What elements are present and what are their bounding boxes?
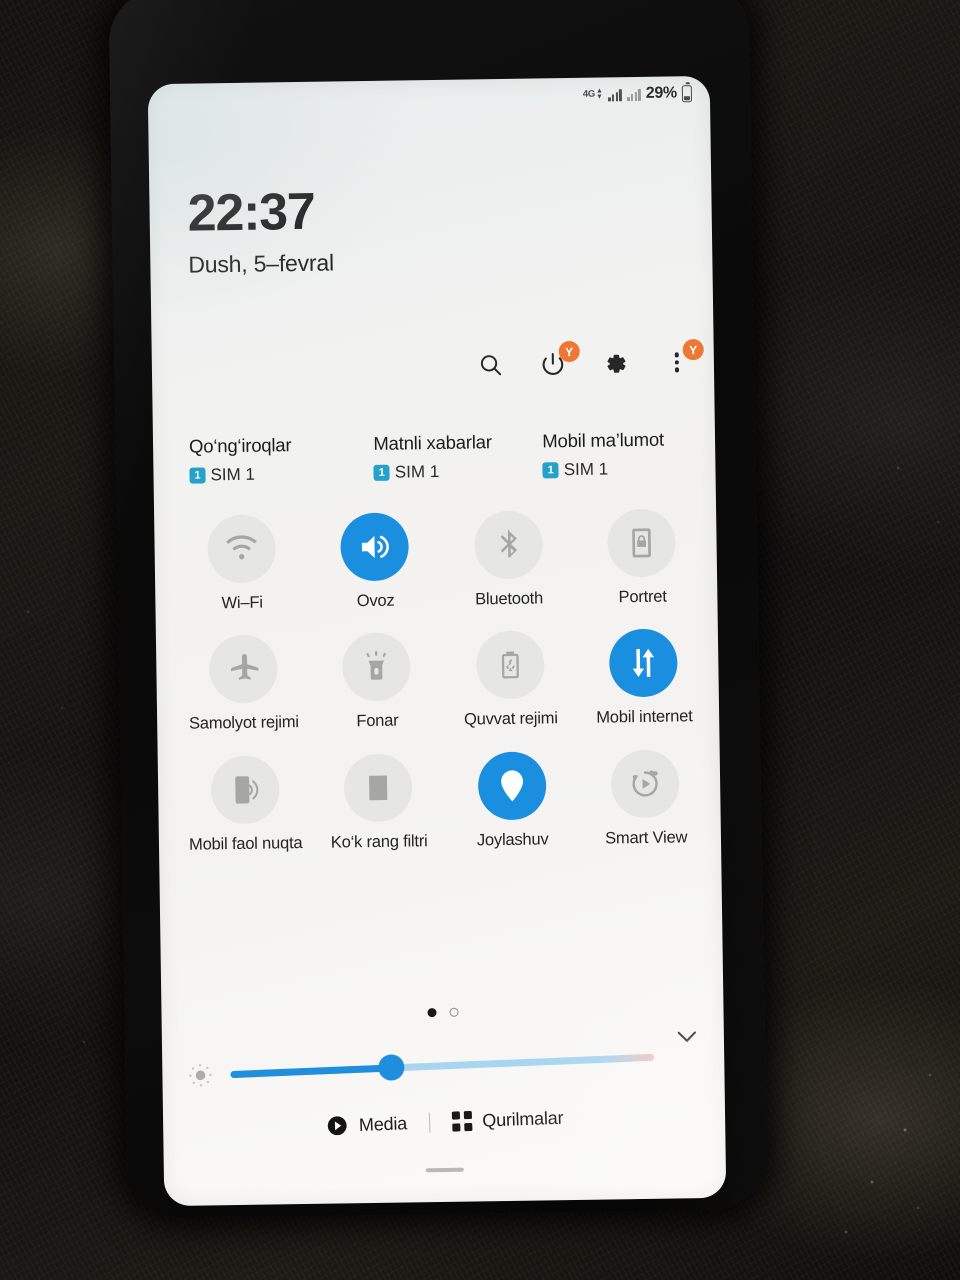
clock-block[interactable]: 22:37 Dush, 5–fevral bbox=[187, 182, 335, 278]
location-pin-icon bbox=[500, 770, 523, 802]
blue-light-filter-icon bbox=[369, 775, 388, 801]
more-options-badge: Y bbox=[682, 339, 704, 361]
bluetooth-icon bbox=[500, 529, 517, 558]
footer-divider bbox=[428, 1112, 431, 1133]
sound-icon bbox=[362, 535, 390, 558]
play-circle-icon bbox=[327, 1116, 347, 1136]
brightness-track[interactable] bbox=[230, 1053, 655, 1082]
toggle-label: Smart View bbox=[605, 828, 688, 848]
toggle-label: Samolyot rejimi bbox=[188, 713, 299, 734]
page-dot-2[interactable] bbox=[448, 1007, 459, 1017]
toggle-label: Fonar bbox=[356, 712, 399, 731]
toggle-label: Bluetooth bbox=[475, 589, 544, 609]
brightness-icon bbox=[186, 1061, 215, 1090]
devices-button[interactable]: Qurilmalar bbox=[451, 1107, 564, 1132]
quick-settings-grid: Wi–Fi Ovoz Bluetooth Portret Samolyot re… bbox=[174, 508, 713, 855]
brightness-fill bbox=[230, 1063, 392, 1078]
toggle-blue-light-filter[interactable]: Ko‘k rang filtri bbox=[311, 753, 446, 853]
toggle-label: Ko‘k rang filtri bbox=[330, 832, 428, 852]
toggle-mobile-hotspot[interactable]: Mobil faol nuqta bbox=[178, 755, 313, 855]
toggle-location[interactable]: Joylashuv bbox=[445, 751, 580, 851]
toggle-label: Mobil faol nuqta bbox=[188, 833, 303, 854]
sim-status-title: Mobil ma’lumot bbox=[542, 428, 665, 452]
toggle-airplane-mode[interactable]: Samolyot rejimi bbox=[176, 634, 311, 734]
phone-photograph: 4G ▲ ▼ 29% 22:37 Dush, 5–fevral Y Y Qo‘n… bbox=[0, 0, 960, 1280]
toggle-screen-rotation[interactable]: Portret bbox=[575, 508, 710, 608]
data-arrows-icon: ▲ ▼ bbox=[595, 87, 603, 101]
home-indicator[interactable] bbox=[425, 1167, 464, 1173]
toggle-label: Ovoz bbox=[356, 591, 395, 611]
brightness-slider-row[interactable] bbox=[186, 1043, 655, 1090]
sim-number-badge: 1 bbox=[373, 464, 390, 481]
media-label: Media bbox=[358, 1112, 408, 1135]
more-options-button[interactable]: Y bbox=[662, 339, 704, 377]
collapse-panel-button[interactable] bbox=[672, 1021, 702, 1051]
chevron-down-icon bbox=[677, 1031, 697, 1042]
clock-date: Dush, 5–fevral bbox=[188, 249, 335, 278]
page-dot-1[interactable] bbox=[426, 1008, 437, 1018]
power-button[interactable]: Y bbox=[538, 340, 580, 379]
toggle-label: Mobil internet bbox=[596, 707, 693, 728]
sim-status-data[interactable]: Mobil ma’lumot 1 SIM 1 bbox=[542, 428, 701, 480]
toggle-mobile-data[interactable]: Mobil internet bbox=[576, 628, 711, 728]
signal-bars-sim2-icon bbox=[626, 87, 641, 101]
screen-rotation-icon bbox=[632, 528, 652, 558]
kebab-menu-icon bbox=[674, 352, 680, 373]
grid-dots-icon bbox=[451, 1110, 473, 1132]
sim-label: SIM 1 bbox=[210, 464, 256, 485]
signal-bars-sim1-icon bbox=[607, 88, 622, 101]
sim-status-sub: 1 SIM 1 bbox=[373, 460, 543, 483]
brightness-thumb[interactable] bbox=[377, 1053, 405, 1082]
toggle-label: Joylashuv bbox=[476, 830, 549, 850]
clock-time: 22:37 bbox=[187, 182, 316, 243]
settings-button[interactable] bbox=[600, 348, 630, 378]
phone-screen: 4G ▲ ▼ 29% 22:37 Dush, 5–fevral Y Y Qo‘n… bbox=[147, 75, 727, 1207]
airplane-icon bbox=[230, 654, 259, 681]
sim-label: SIM 1 bbox=[394, 461, 440, 482]
smart-view-icon bbox=[632, 770, 658, 797]
panel-footer: Media Qurilmalar bbox=[163, 1100, 725, 1144]
sim-status-title: Qo‘ng‘iroqlar bbox=[188, 434, 292, 457]
sim-status-sub: 1 SIM 1 bbox=[542, 458, 702, 480]
mobile-data-icon bbox=[632, 649, 655, 678]
toggle-wifi[interactable]: Wi–Fi bbox=[174, 514, 309, 614]
search-icon bbox=[480, 355, 502, 376]
devices-label: Qurilmalar bbox=[481, 1107, 564, 1131]
sim-number-badge: 1 bbox=[542, 462, 559, 479]
toggle-sound[interactable]: Ovoz bbox=[308, 512, 443, 612]
battery-icon bbox=[681, 84, 693, 102]
power-badge: Y bbox=[558, 340, 580, 363]
network-type-indicator: 4G ▲ ▼ bbox=[582, 87, 603, 101]
media-button[interactable]: Media bbox=[325, 1111, 408, 1138]
gear-icon bbox=[606, 354, 625, 373]
toggle-power-saving[interactable]: Quvvat rejimi bbox=[443, 630, 578, 730]
page-indicator[interactable] bbox=[161, 1004, 723, 1021]
sim-number-badge: 1 bbox=[189, 467, 206, 484]
sim-status-sub: 1 SIM 1 bbox=[189, 463, 374, 486]
network-type-label: 4G bbox=[582, 88, 596, 101]
sim-status-calls[interactable]: Qo‘ng‘iroqlar 1 SIM 1 bbox=[189, 433, 374, 486]
toggle-bluetooth[interactable]: Bluetooth bbox=[441, 510, 576, 610]
flashlight-icon bbox=[366, 651, 387, 681]
toggle-label: Wi–Fi bbox=[221, 593, 263, 613]
power-saving-icon bbox=[501, 652, 519, 679]
toggle-label: Portret bbox=[618, 587, 667, 607]
toggle-smart-view[interactable]: Smart View bbox=[578, 749, 713, 849]
sim-status-messages[interactable]: Matnli xabarlar 1 SIM 1 bbox=[373, 430, 543, 483]
toggle-flashlight[interactable]: Fonar bbox=[309, 632, 444, 732]
toggle-label: Quvvat rejimi bbox=[463, 709, 558, 730]
wifi-icon bbox=[225, 535, 257, 560]
header-action-row: Y Y bbox=[476, 339, 704, 380]
battery-percent-label: 29% bbox=[645, 84, 678, 102]
hotspot-icon bbox=[234, 776, 259, 804]
sim-status-row: Qo‘ng‘iroqlar 1 SIM 1 Matnli xabarlar 1 … bbox=[189, 428, 702, 486]
search-button[interactable] bbox=[476, 350, 506, 380]
sim-status-title: Matnli xabarlar bbox=[373, 431, 492, 454]
status-bar: 4G ▲ ▼ 29% bbox=[582, 80, 693, 108]
sim-label: SIM 1 bbox=[563, 459, 609, 480]
